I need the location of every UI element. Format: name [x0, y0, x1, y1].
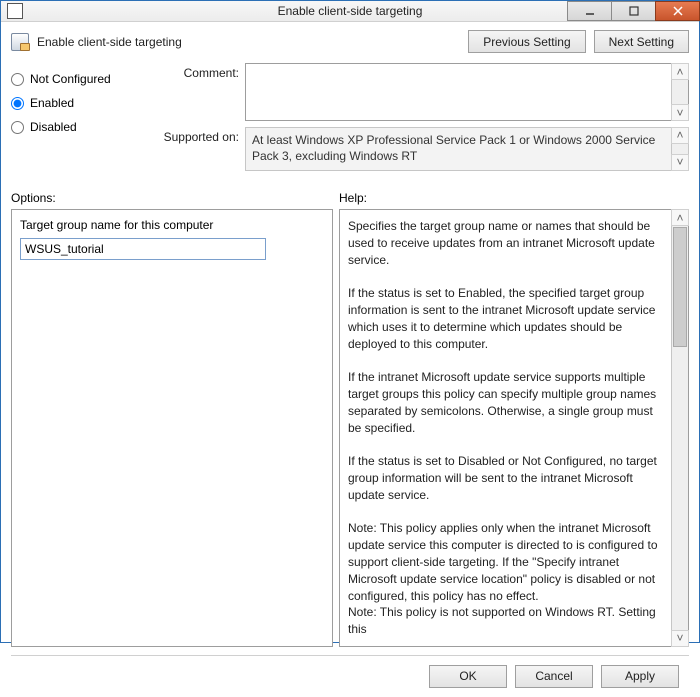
help-pane: Specifies the target group name or names… [339, 209, 689, 647]
supported-label: Supported on: [151, 127, 239, 144]
dialog-footer: OK Cancel Apply [11, 655, 689, 697]
cancel-button[interactable]: Cancel [515, 665, 593, 688]
radio-disabled[interactable]: Disabled [11, 115, 151, 139]
next-setting-button[interactable]: Next Setting [594, 30, 689, 53]
supported-scrollbar[interactable]: ˄ ˅ [671, 128, 688, 170]
target-group-label: Target group name for this computer [20, 218, 324, 232]
scroll-down-icon[interactable]: ˅ [671, 630, 689, 647]
policy-title: Enable client-side targeting [37, 35, 182, 49]
scroll-up-icon[interactable]: ˄ [671, 63, 689, 80]
radio-label: Enabled [30, 96, 74, 110]
state-radio-group: Not Configured Enabled Disabled [11, 63, 151, 171]
maximize-icon [629, 6, 639, 16]
minimize-button[interactable] [567, 1, 612, 21]
maximize-button[interactable] [611, 1, 656, 21]
options-section-label: Options: [11, 191, 333, 205]
options-pane: Target group name for this computer [11, 209, 333, 647]
comment-label: Comment: [151, 63, 239, 80]
radio-disabled-input[interactable] [11, 121, 24, 134]
close-icon [673, 6, 683, 16]
radio-label: Disabled [30, 120, 77, 134]
policy-icon [11, 33, 29, 51]
comment-textarea[interactable]: ˄ ˅ [245, 63, 689, 121]
help-text: Specifies the target group name or names… [348, 218, 666, 638]
apply-button[interactable]: Apply [601, 665, 679, 688]
supported-on-value: At least Windows XP Professional Service… [252, 133, 655, 163]
help-section-label: Help: [333, 191, 689, 205]
target-group-input[interactable] [20, 238, 266, 260]
scroll-down-icon[interactable]: ˅ [671, 154, 689, 171]
previous-setting-button[interactable]: Previous Setting [468, 30, 585, 53]
scroll-up-icon[interactable]: ˄ [671, 127, 689, 144]
radio-not-configured[interactable]: Not Configured [11, 67, 151, 91]
scroll-down-icon[interactable]: ˅ [671, 104, 689, 121]
radio-enabled[interactable]: Enabled [11, 91, 151, 115]
supported-on-text: At least Windows XP Professional Service… [245, 127, 689, 171]
help-scrollbar[interactable]: ˄ ˅ [671, 210, 688, 646]
close-button[interactable] [655, 1, 700, 21]
scroll-up-icon[interactable]: ˄ [671, 209, 689, 226]
radio-not-configured-input[interactable] [11, 73, 24, 86]
app-icon [7, 3, 23, 19]
comment-scrollbar[interactable]: ˄ ˅ [671, 64, 688, 120]
radio-label: Not Configured [30, 72, 111, 86]
scrollbar-thumb[interactable] [673, 227, 687, 347]
dialog-window: Enable client-side targeting Enable clie… [0, 0, 700, 643]
minimize-icon [585, 6, 595, 16]
titlebar[interactable]: Enable client-side targeting [1, 1, 699, 22]
radio-enabled-input[interactable] [11, 97, 24, 110]
window-controls [567, 1, 699, 21]
ok-button[interactable]: OK [429, 665, 507, 688]
